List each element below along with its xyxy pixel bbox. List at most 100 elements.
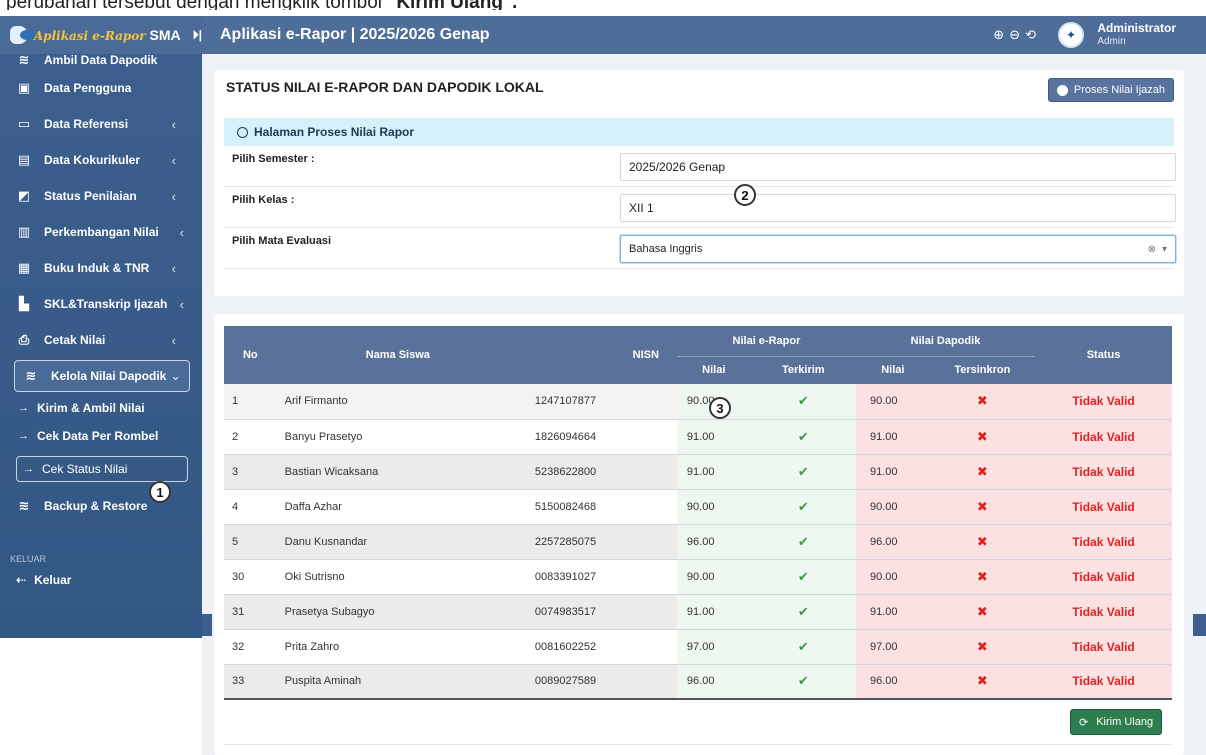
sidebar-item-backup-restore[interactable]: ≋ Backup & Restore [0, 488, 202, 524]
sidebar-item-skl-transkrip[interactable]: ▙ SKL&Transkrip Ijazah ‹ [0, 286, 202, 322]
status-badge: Tidak Valid [1035, 559, 1172, 595]
th-status: Status [1035, 326, 1172, 384]
table-row: 31 Prasetya Subagyo 0074983517 91.00 ✔ 9… [224, 594, 1172, 630]
cell-nisn: 1826094664 [518, 419, 677, 455]
chevron-left-icon: ‹ [179, 224, 184, 240]
info-bar: Halaman Proses Nilai Rapor [224, 118, 1174, 146]
cell-nilai: 91.00 [676, 419, 751, 455]
arrow-right-icon: → [18, 402, 29, 414]
check-icon: ✔ [750, 594, 856, 630]
clear-icon[interactable]: ⊗ [1148, 244, 1156, 255]
sidebar-item-label: Buku Induk & TNR [44, 261, 150, 275]
mapel-select[interactable]: Bahasa Inggris ⊗ ▾ [620, 235, 1176, 263]
tablet-icon: ▤ [17, 152, 31, 167]
cell-nama: Oki Sutrisno [276, 559, 519, 595]
sidebar-item-data-referensi[interactable]: ▭ Data Referensi ‹ [0, 106, 202, 142]
sidebar-item-buku-induk[interactable]: ▦ Buku Induk & TNR ‹ [0, 250, 202, 286]
table-row: 32 Prita Zahro 0081602252 97.00 ✔ 97.00 … [224, 629, 1172, 665]
sidebar-item-label: Kelola Nilai Dapodik [51, 369, 167, 383]
sidebar-subitem-cek-status-nilai[interactable]: → Cek Status Nilai [16, 456, 188, 482]
cross-icon: ✖ [929, 454, 1036, 490]
cell-no: 30 [224, 559, 277, 595]
database-icon: ≋ [25, 368, 37, 383]
cell-dapodik-nilai: 91.00 [855, 454, 930, 490]
table-row: 5 Danu Kusnandar 2257285075 96.00 ✔ 96.0… [224, 524, 1172, 560]
sidebar-item-label: Keluar [34, 573, 72, 587]
cell-nama: Daffa Azhar [276, 489, 519, 525]
user-name: Administrator [1097, 21, 1176, 35]
caption-bold: "Kirim Ulang" [387, 0, 512, 10]
sidebar-subitem-cek-data-rombel[interactable]: → Cek Data Per Rombel [0, 422, 202, 450]
cell-nisn: 0083391027 [518, 559, 677, 595]
card-title: STATUS NILAI E-RAPOR DAN DAPODIK LOKAL [226, 79, 544, 95]
page-title: Aplikasi e-Rapor | 2025/2026 Genap [220, 26, 490, 43]
cell-nilai: 91.00 [676, 594, 751, 630]
kirim-ulang-button[interactable]: ⟳ Kirim Ulang [1070, 709, 1163, 735]
chevron-left-icon: ‹ [179, 296, 184, 312]
sidebar-toggle-icon[interactable]: ⏵| [193, 28, 202, 43]
zoom-in-icon[interactable]: ⊕ [993, 27, 1004, 43]
sidebar-item-data-kokurikuler[interactable]: ▤ Data Kokurikuler ‹ [0, 142, 202, 178]
sidebar-item-ambil-data-dapodik[interactable]: ≋ Ambil Data Dapodik [0, 50, 202, 70]
cross-icon: ✖ [929, 629, 1036, 665]
top-header: Aplikasi e-Rapor | 2025/2026 Genap ⊕ ⊖ ⟲… [202, 16, 1206, 54]
sidebar-item-label: Data Kokurikuler [44, 153, 141, 167]
sidebar-item-kelola-nilai-dapodik[interactable]: ≋ Kelola Nilai Dapodik ⌄ [14, 360, 190, 392]
arrow-right-icon: → [18, 430, 29, 442]
cross-icon: ✖ [929, 419, 1036, 455]
chevron-left-icon: ‹ [171, 116, 176, 132]
app-logo-icon [10, 26, 34, 44]
chevron-left-icon: ‹ [171, 188, 176, 204]
reset-icon[interactable]: ⟲ [1025, 27, 1036, 43]
table-row: 33 Puspita Aminah 0089027589 96.00 ✔ 96.… [224, 664, 1172, 700]
cell-no: 4 [224, 489, 277, 525]
user-menu[interactable]: Administrator Admin [1097, 21, 1176, 49]
brand-part2: SMA [145, 27, 181, 43]
caret-down-icon[interactable]: ▾ [1162, 244, 1167, 255]
users-icon: ▣ [17, 80, 31, 95]
step-badge-2: 2 [734, 184, 756, 206]
cell-nama: Puspita Aminah [276, 664, 519, 700]
cross-icon: ✖ [929, 384, 1036, 420]
step-badge-3: 3 [709, 397, 731, 419]
mapel-row: Pilih Mata Evaluasi Bahasa Inggris ⊗ ▾ [224, 229, 1176, 269]
tutorial-caption: perubahan tersebut dengan mengklik tombo… [0, 0, 1206, 10]
sidebar-item-cetak-nilai[interactable]: ⎙ Cetak Nilai ‹ [0, 322, 202, 358]
status-badge: Tidak Valid [1035, 629, 1172, 665]
cell-nisn: 0074983517 [518, 594, 677, 630]
sidebar-subitem-label: Kirim & Ambil Nilai [37, 401, 145, 415]
status-badge: Tidak Valid [1035, 489, 1172, 525]
cell-dapodik-nilai: 90.00 [855, 489, 930, 525]
th-tersinkron: Tersinkron [929, 356, 1036, 384]
sidebar-item-label: Data Referensi [44, 117, 129, 131]
cell-nama: Prita Zahro [276, 629, 519, 665]
proses-nilai-ijazah-button[interactable]: Proses Nilai Ijazah [1047, 78, 1174, 102]
sidebar-item-status-penilaian[interactable]: ◩ Status Penilaian ‹ [0, 178, 202, 214]
kelas-field[interactable]: XII 1 [620, 194, 1176, 222]
cell-nisn: 0089027589 [518, 664, 677, 700]
kelas-row: Pilih Kelas : XII 1 [224, 188, 1176, 228]
status-badge: Tidak Valid [1035, 524, 1172, 560]
sidebar-item-keluar[interactable]: ⇠ Keluar [0, 566, 202, 594]
semester-label: Pilih Semester : [232, 153, 315, 165]
divider [224, 744, 1172, 745]
sidebar-subitem-kirim-ambil[interactable]: → Kirim & Ambil Nilai [0, 394, 202, 422]
sidebar-item-label: Data Pengguna [44, 81, 132, 95]
sidebar-item-data-pengguna[interactable]: ▣ Data Pengguna [0, 70, 202, 106]
cross-icon: ✖ [929, 524, 1036, 560]
print-icon: ⎙ [18, 332, 30, 347]
cell-nilai: 96.00 [676, 664, 751, 700]
semester-field[interactable]: 2025/2026 Genap [620, 153, 1176, 181]
table-row: 3 Bastian Wicaksana 5238622800 91.00 ✔ 9… [224, 454, 1172, 490]
cell-nisn: 5238622800 [518, 454, 677, 490]
zoom-out-icon[interactable]: ⊖ [1009, 27, 1020, 43]
avatar[interactable]: ✦ [1058, 22, 1084, 48]
status-badge: Tidak Valid [1035, 594, 1172, 630]
cell-nisn: 1247107877 [518, 384, 677, 420]
status-badge: Tidak Valid [1035, 384, 1172, 420]
cell-nilai: 91.00 [676, 454, 751, 490]
sidebar-item-perkembangan-nilai[interactable]: ▥ Perkembangan Nilai ‹ [0, 214, 202, 250]
circle-icon [1056, 84, 1068, 96]
cell-nilai: 96.00 [676, 524, 751, 560]
th-no: No [224, 326, 277, 384]
